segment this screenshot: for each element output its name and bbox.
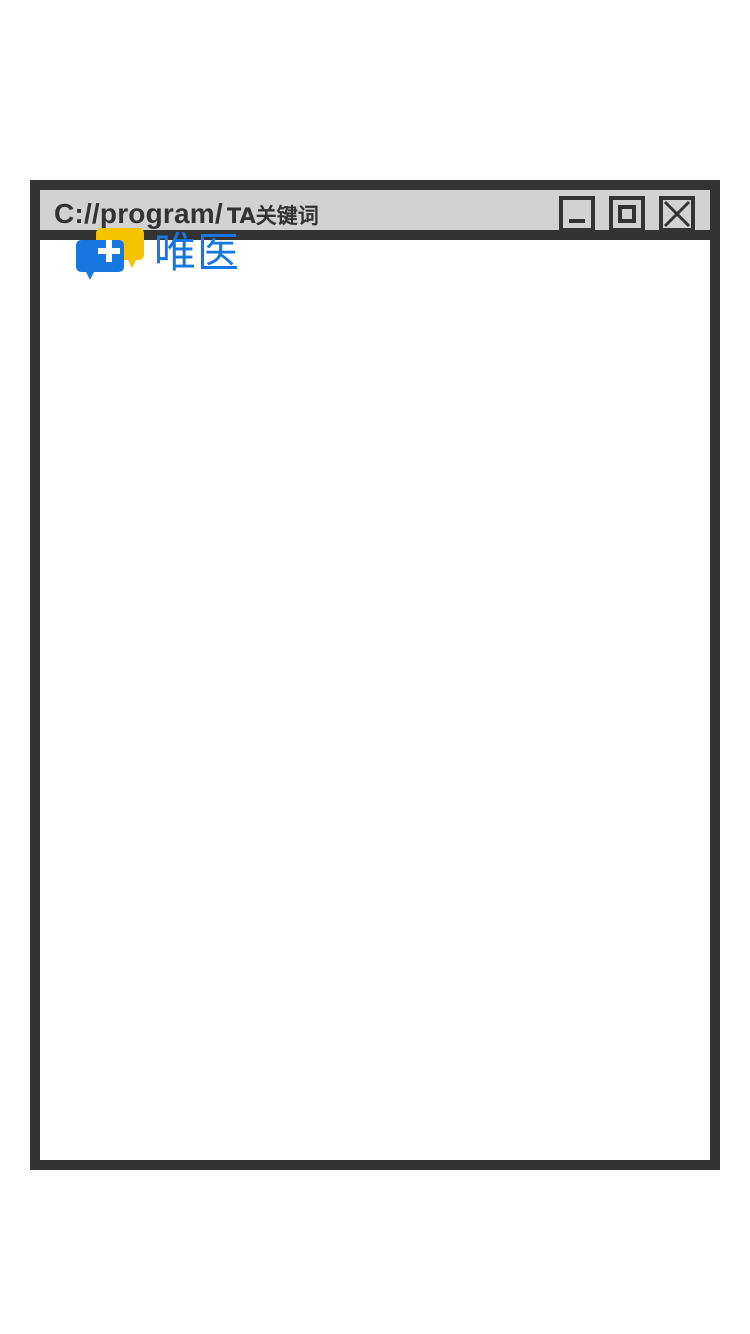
brand-logo: 唯医 [76, 226, 240, 280]
close-icon [663, 200, 691, 228]
close-button[interactable] [659, 196, 695, 232]
window-title-path: C://program/ [54, 198, 223, 229]
maximize-icon [618, 205, 636, 223]
maximize-button[interactable] [609, 196, 645, 232]
app-window: C://program/TA关键词 唯医 [30, 180, 720, 1170]
minimize-icon [569, 219, 585, 223]
window-title-keyword: TA关键词 [226, 204, 319, 228]
medical-chat-bubbles-icon [76, 228, 144, 280]
brand-name: 唯医 [154, 228, 241, 277]
minimize-button[interactable] [559, 196, 595, 232]
